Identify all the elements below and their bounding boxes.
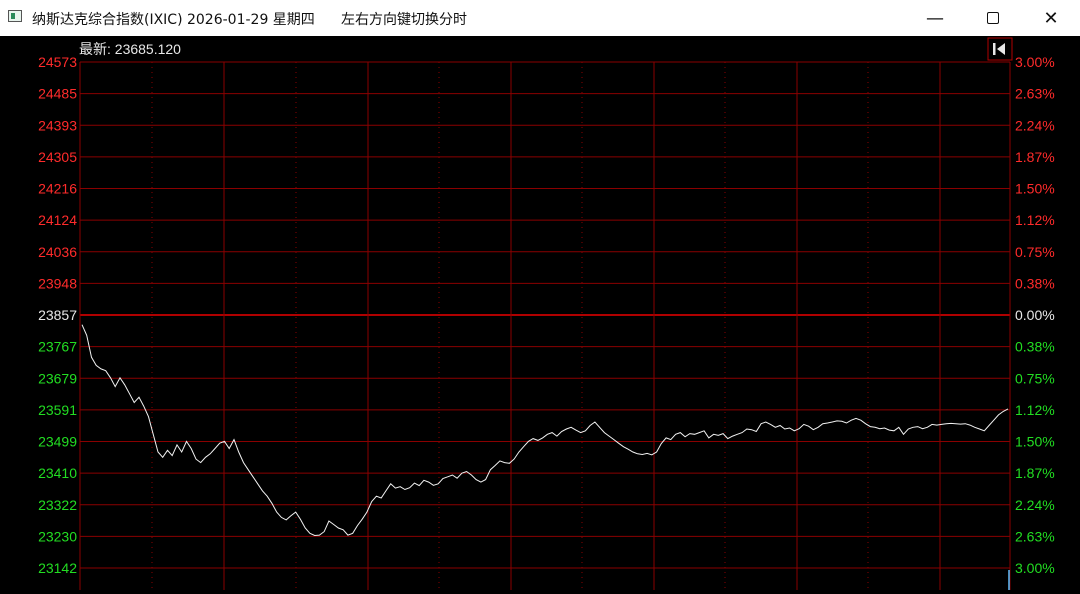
- y-tick-label: 24124: [38, 212, 77, 228]
- pct-tick-label: 2.24%: [1015, 117, 1055, 133]
- y-tick-label: 24485: [38, 86, 77, 102]
- latest-price-label: 最新: 23685.120: [79, 41, 181, 57]
- app-icon: [8, 10, 22, 22]
- pct-tick-label: 1.87%: [1015, 465, 1055, 481]
- pct-tick-label: 0.38%: [1015, 339, 1055, 355]
- pct-tick-label: 3.00%: [1015, 54, 1055, 70]
- y-tick-label: 23322: [38, 497, 77, 513]
- y-tick-label: 23857: [38, 307, 77, 323]
- pct-tick-label: 2.63%: [1015, 86, 1055, 102]
- y-tick-label: 24036: [38, 244, 77, 260]
- keyboard-hint: 左右方向键切换分时: [341, 12, 467, 28]
- pct-tick-label: 2.24%: [1015, 497, 1055, 513]
- y-tick-label: 23410: [38, 465, 77, 481]
- pct-tick-label: 1.12%: [1015, 402, 1055, 418]
- y-tick-label: 23679: [38, 370, 77, 386]
- title-bar: 纳斯达克综合指数(IXIC) 2026-01-29 星期四 左右方向键切换分时 …: [0, 0, 1080, 36]
- chart-canvas[interactable]: 最新: 23685.120 24573 3.00% 24485 2.63% 24393 2…: [0, 36, 1080, 590]
- pct-tick-label: 0.00%: [1015, 307, 1055, 323]
- y-tick-label: 23499: [38, 434, 77, 450]
- window-title: 纳斯达克综合指数(IXIC) 2026-01-29 星期四: [32, 12, 315, 28]
- pct-tick-label: 1.50%: [1015, 434, 1055, 450]
- y-tick-label: 23591: [38, 402, 77, 418]
- pct-tick-label: 0.75%: [1015, 244, 1055, 260]
- back-icon: [993, 43, 996, 55]
- y-tick-label: 24573: [38, 54, 77, 70]
- y-tick-label: 24216: [38, 181, 77, 197]
- maximize-icon: [987, 12, 999, 24]
- pct-tick-label: 0.75%: [1015, 370, 1055, 386]
- y-tick-label: 23142: [38, 560, 77, 576]
- pct-tick-label: 3.00%: [1015, 560, 1055, 576]
- pct-tick-label: 2.63%: [1015, 528, 1055, 544]
- y-tick-label: 24305: [38, 149, 77, 165]
- minimize-button[interactable]: —: [912, 0, 958, 36]
- pct-tick-label: 1.87%: [1015, 149, 1055, 165]
- y-tick-label: 24393: [38, 117, 77, 133]
- y-tick-label: 23767: [38, 339, 77, 355]
- back-button[interactable]: [987, 37, 1013, 61]
- pct-tick-label: 1.50%: [1015, 181, 1055, 197]
- close-icon: ✕: [1043, 7, 1059, 29]
- intraday-chart[interactable]: 最新: 23685.120 24573 3.00% 24485 2.63% 24393 2…: [0, 36, 1080, 590]
- minimize-icon: —: [926, 7, 944, 29]
- maximize-button[interactable]: [970, 0, 1016, 36]
- pct-tick-label: 1.12%: [1015, 212, 1055, 228]
- pct-tick-label: 0.38%: [1015, 275, 1055, 291]
- y-tick-label: 23948: [38, 275, 77, 291]
- y-tick-label: 23230: [38, 528, 77, 544]
- close-button[interactable]: ✕: [1028, 0, 1074, 36]
